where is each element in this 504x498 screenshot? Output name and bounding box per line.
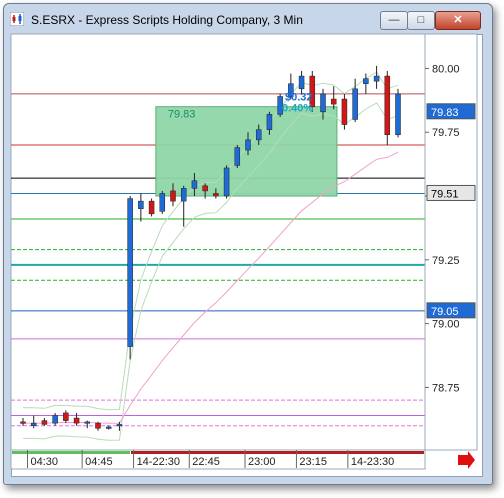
x-tick-label: 14-22:30	[137, 456, 180, 468]
y-tick-label: 79.00	[432, 319, 460, 331]
candle-body[interactable]	[148, 200, 155, 215]
plot-area[interactable]	[10, 33, 426, 451]
candle-body[interactable]	[180, 188, 187, 202]
price-tag-label: 79.05	[431, 306, 459, 318]
candle-body[interactable]	[330, 98, 337, 105]
y-tick-label: 79.75	[432, 127, 460, 139]
candle-body[interactable]	[116, 424, 123, 427]
candle-body[interactable]	[223, 167, 230, 197]
candle-body[interactable]	[52, 415, 58, 424]
y-tick-label: 80.00	[432, 63, 460, 75]
x-tick-label: 22:45	[192, 456, 220, 468]
candle-body[interactable]	[191, 180, 198, 189]
candle-body[interactable]	[373, 75, 380, 82]
candle-body[interactable]	[384, 75, 391, 136]
candle-body[interactable]	[73, 417, 80, 424]
candle-body[interactable]	[245, 139, 251, 151]
candle-body[interactable]	[138, 200, 144, 210]
candle-body[interactable]	[95, 422, 101, 429]
x-tick-label: 04:30	[31, 456, 59, 468]
candle-body[interactable]	[352, 88, 358, 120]
candle-body[interactable]	[159, 193, 166, 212]
candle-body[interactable]	[320, 93, 326, 113]
candle-body[interactable]	[255, 129, 262, 141]
candle-body[interactable]	[30, 422, 37, 426]
candle-body[interactable]	[234, 147, 241, 166]
candle-body[interactable]	[266, 114, 273, 130]
price-change-percent: 0.40%	[282, 102, 313, 114]
candle-body[interactable]	[363, 78, 369, 84]
x-tick-label: 23:15	[299, 456, 327, 468]
x-tick-label: 04:45	[85, 456, 113, 468]
candle-body[interactable]	[63, 412, 69, 421]
x-tick-label: 14-23:30	[351, 456, 394, 468]
candle-body[interactable]	[202, 185, 208, 192]
session-bar-regular	[131, 451, 424, 454]
measure-box-price: 79.83	[168, 109, 196, 121]
candle-body[interactable]	[298, 75, 305, 90]
candle-body[interactable]	[41, 420, 48, 425]
session-bar-premarket	[12, 451, 130, 454]
y-tick-label: 79.25	[432, 255, 460, 267]
candle-body[interactable]	[213, 193, 219, 197]
candle-body[interactable]	[395, 93, 401, 136]
arrow-right-icon[interactable]	[458, 451, 475, 469]
price-chart[interactable]: 79.83 $0.32 0.40% 80.0079.7579.5079.2579…	[0, 0, 504, 498]
price-tag-label: 79.51	[431, 188, 459, 200]
candle-body[interactable]	[84, 421, 91, 424]
y-tick-label: 78.75	[432, 382, 460, 394]
candle-body[interactable]	[341, 98, 348, 125]
candle-body[interactable]	[105, 426, 112, 429]
candle-body[interactable]	[127, 198, 133, 347]
candle-body[interactable]	[20, 421, 26, 424]
candle-body[interactable]	[170, 190, 176, 202]
price-tag-label: 79.83	[431, 107, 459, 119]
x-tick-label: 23:00	[248, 456, 276, 468]
